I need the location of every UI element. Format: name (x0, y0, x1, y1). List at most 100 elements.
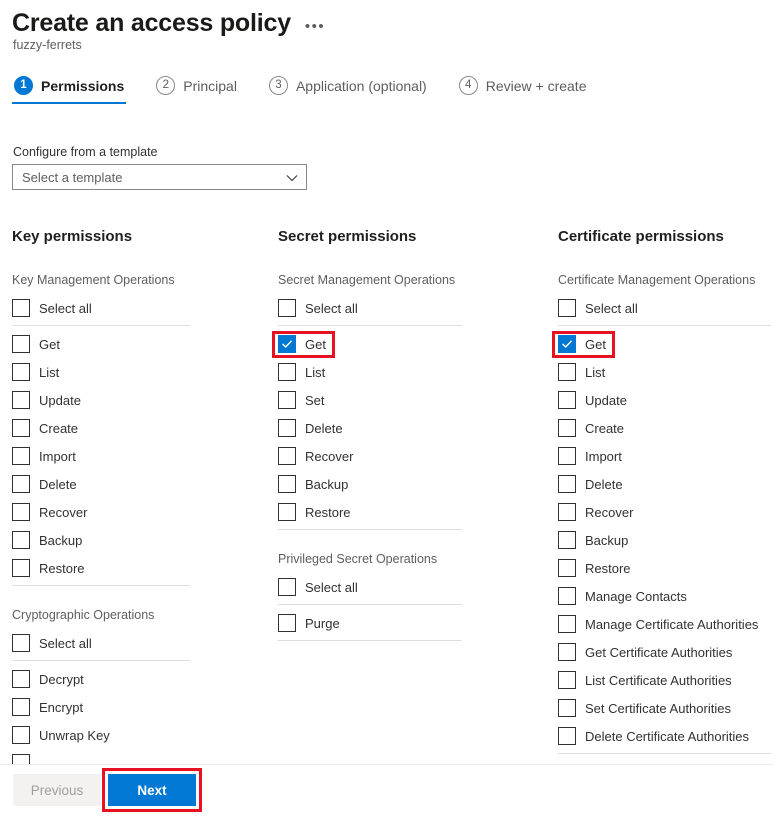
checkbox-select-all[interactable] (278, 578, 296, 596)
checkbox-row-list[interactable]: List (278, 358, 533, 386)
wizard-step-principal[interactable]: 2 Principal (154, 76, 239, 104)
checkbox-row-select-all[interactable]: Select all (12, 629, 262, 657)
checkbox-import[interactable] (12, 447, 30, 465)
checkbox-unwrap-key[interactable] (12, 726, 30, 744)
checkbox-decrypt[interactable] (12, 670, 30, 688)
checkbox-select-all[interactable] (12, 634, 30, 652)
checkbox-row-purge[interactable]: Purge (278, 609, 533, 637)
checkbox-update[interactable] (12, 391, 30, 409)
checkbox-label: Set (305, 392, 325, 408)
checkbox-label: Unwrap Key (39, 727, 110, 743)
checkbox-backup[interactable] (278, 475, 296, 493)
checkbox-recover[interactable] (12, 503, 30, 521)
checkbox-row-manage-certificate-authorities[interactable]: Manage Certificate Authorities (558, 610, 773, 638)
checkbox-select-all[interactable] (558, 299, 576, 317)
checkbox-row-delete[interactable]: Delete (278, 414, 533, 442)
checkbox-list[interactable] (278, 363, 296, 381)
checkbox-row-select-all[interactable]: Select all (278, 573, 533, 601)
checkbox-row-select-all[interactable]: Select all (278, 294, 533, 322)
checkbox-delete[interactable] (278, 419, 296, 437)
checkbox-recover[interactable] (278, 447, 296, 465)
checkbox-update[interactable] (558, 391, 576, 409)
checkbox-delete[interactable] (12, 475, 30, 493)
checkbox-row-select-all[interactable]: Select all (12, 294, 262, 322)
previous-button[interactable]: Previous (13, 774, 101, 806)
checkbox-label: Restore (305, 504, 351, 520)
checkbox-restore[interactable] (278, 503, 296, 521)
checkbox-create[interactable] (12, 419, 30, 437)
checkbox-create[interactable] (558, 419, 576, 437)
checkbox-set-certificate-authorities[interactable] (558, 699, 576, 717)
checkbox-row-get-certificate-authorities[interactable]: Get Certificate Authorities (558, 638, 773, 666)
checkbox-row-list[interactable]: List (558, 358, 773, 386)
checkbox-label: Recover (585, 504, 634, 520)
checkbox-row-get[interactable]: Get (12, 330, 262, 358)
checkbox-row-unwrap-key[interactable]: Unwrap Key (12, 721, 262, 749)
checkbox-row-update[interactable]: Update (558, 386, 773, 414)
checkbox-label: Backup (585, 532, 629, 548)
checkbox-row-restore[interactable]: Restore (12, 554, 262, 582)
checkbox-row-delete[interactable]: Delete (12, 470, 262, 498)
checkbox-list[interactable] (558, 363, 576, 381)
create-access-policy-page: Create an access policy ••• fuzzy-ferret… (0, 0, 773, 816)
checkbox-restore[interactable] (12, 559, 30, 577)
checkbox-row-get[interactable]: Get (278, 330, 533, 358)
checkbox-row-import[interactable]: Import (12, 442, 262, 470)
checkbox-row-manage-contacts[interactable]: Manage Contacts (558, 582, 773, 610)
checkbox-list[interactable] (12, 363, 30, 381)
template-dropdown[interactable]: Select a template (12, 164, 307, 190)
checkbox-row-delete-certificate-authorities[interactable]: Delete Certificate Authorities (558, 722, 773, 750)
next-button[interactable]: Next (108, 774, 196, 806)
checkbox-get[interactable] (278, 335, 296, 353)
checkbox-select-all[interactable] (12, 299, 30, 317)
wizard-step-review-create[interactable]: 4 Review + create (457, 76, 589, 104)
checkbox-import[interactable] (558, 447, 576, 465)
checkbox-row-delete[interactable]: Delete (558, 470, 773, 498)
checkbox-delete[interactable] (558, 475, 576, 493)
wizard-step-permissions[interactable]: 1 Permissions (12, 76, 127, 104)
checkbox-row-import[interactable]: Import (558, 442, 773, 470)
checkbox-label: Update (585, 392, 627, 408)
checkbox-row-update[interactable]: Update (12, 386, 262, 414)
checkbox-manage-contacts[interactable] (558, 587, 576, 605)
checkbox-row-recover[interactable]: Recover (278, 442, 533, 470)
checkbox-row-select-all[interactable]: Select all (558, 294, 773, 322)
permission-group-privileged-secret-operations: Privileged Secret Operations Select all Pu… (278, 552, 533, 641)
checkbox-encrypt[interactable] (12, 698, 30, 716)
step-number-badge: 2 (156, 76, 176, 95)
checkbox-row-backup[interactable]: Backup (558, 526, 773, 554)
checkbox-recover[interactable] (558, 503, 576, 521)
checkbox-row-list[interactable]: List (12, 358, 262, 386)
checkbox-restore[interactable] (558, 559, 576, 577)
checkbox-row-restore[interactable]: Restore (278, 498, 533, 526)
checkbox-row-create[interactable]: Create (12, 414, 262, 442)
checkbox-label: Backup (305, 476, 349, 492)
checkbox-select-all[interactable] (278, 299, 296, 317)
checkbox-row-encrypt[interactable]: Encrypt (12, 693, 262, 721)
checkbox-row-decrypt[interactable]: Decrypt (12, 665, 262, 693)
checkbox-row-set-certificate-authorities[interactable]: Set Certificate Authorities (558, 694, 773, 722)
checkbox-row-backup[interactable]: Backup (12, 526, 262, 554)
checkbox-label: Select all (39, 300, 92, 316)
checkbox-get[interactable] (12, 335, 30, 353)
checkbox-row-restore[interactable]: Restore (558, 554, 773, 582)
checkbox-row-backup[interactable]: Backup (278, 470, 533, 498)
checkbox-get-certificate-authorities[interactable] (558, 643, 576, 661)
wizard-step-application-optional[interactable]: 3 Application (optional) (267, 76, 429, 104)
checkbox-purge[interactable] (278, 614, 296, 632)
checkbox-set[interactable] (278, 391, 296, 409)
checkbox-row-recover[interactable]: Recover (558, 498, 773, 526)
checkbox-get[interactable] (558, 335, 576, 353)
checkbox-row-get[interactable]: Get (558, 330, 773, 358)
checkbox-backup[interactable] (12, 531, 30, 549)
checkbox-row-create[interactable]: Create (558, 414, 773, 442)
checkbox-delete-certificate-authorities[interactable] (558, 727, 576, 745)
checkbox-row-recover[interactable]: Recover (12, 498, 262, 526)
more-options-icon[interactable]: ••• (305, 13, 325, 34)
checkbox-manage-certificate-authorities[interactable] (558, 615, 576, 633)
checkbox-row-list-certificate-authorities[interactable]: List Certificate Authorities (558, 666, 773, 694)
checkbox-list-certificate-authorities[interactable] (558, 671, 576, 689)
checkbox-row-set[interactable]: Set (278, 386, 533, 414)
checkbox-label: Decrypt (39, 671, 84, 687)
checkbox-backup[interactable] (558, 531, 576, 549)
